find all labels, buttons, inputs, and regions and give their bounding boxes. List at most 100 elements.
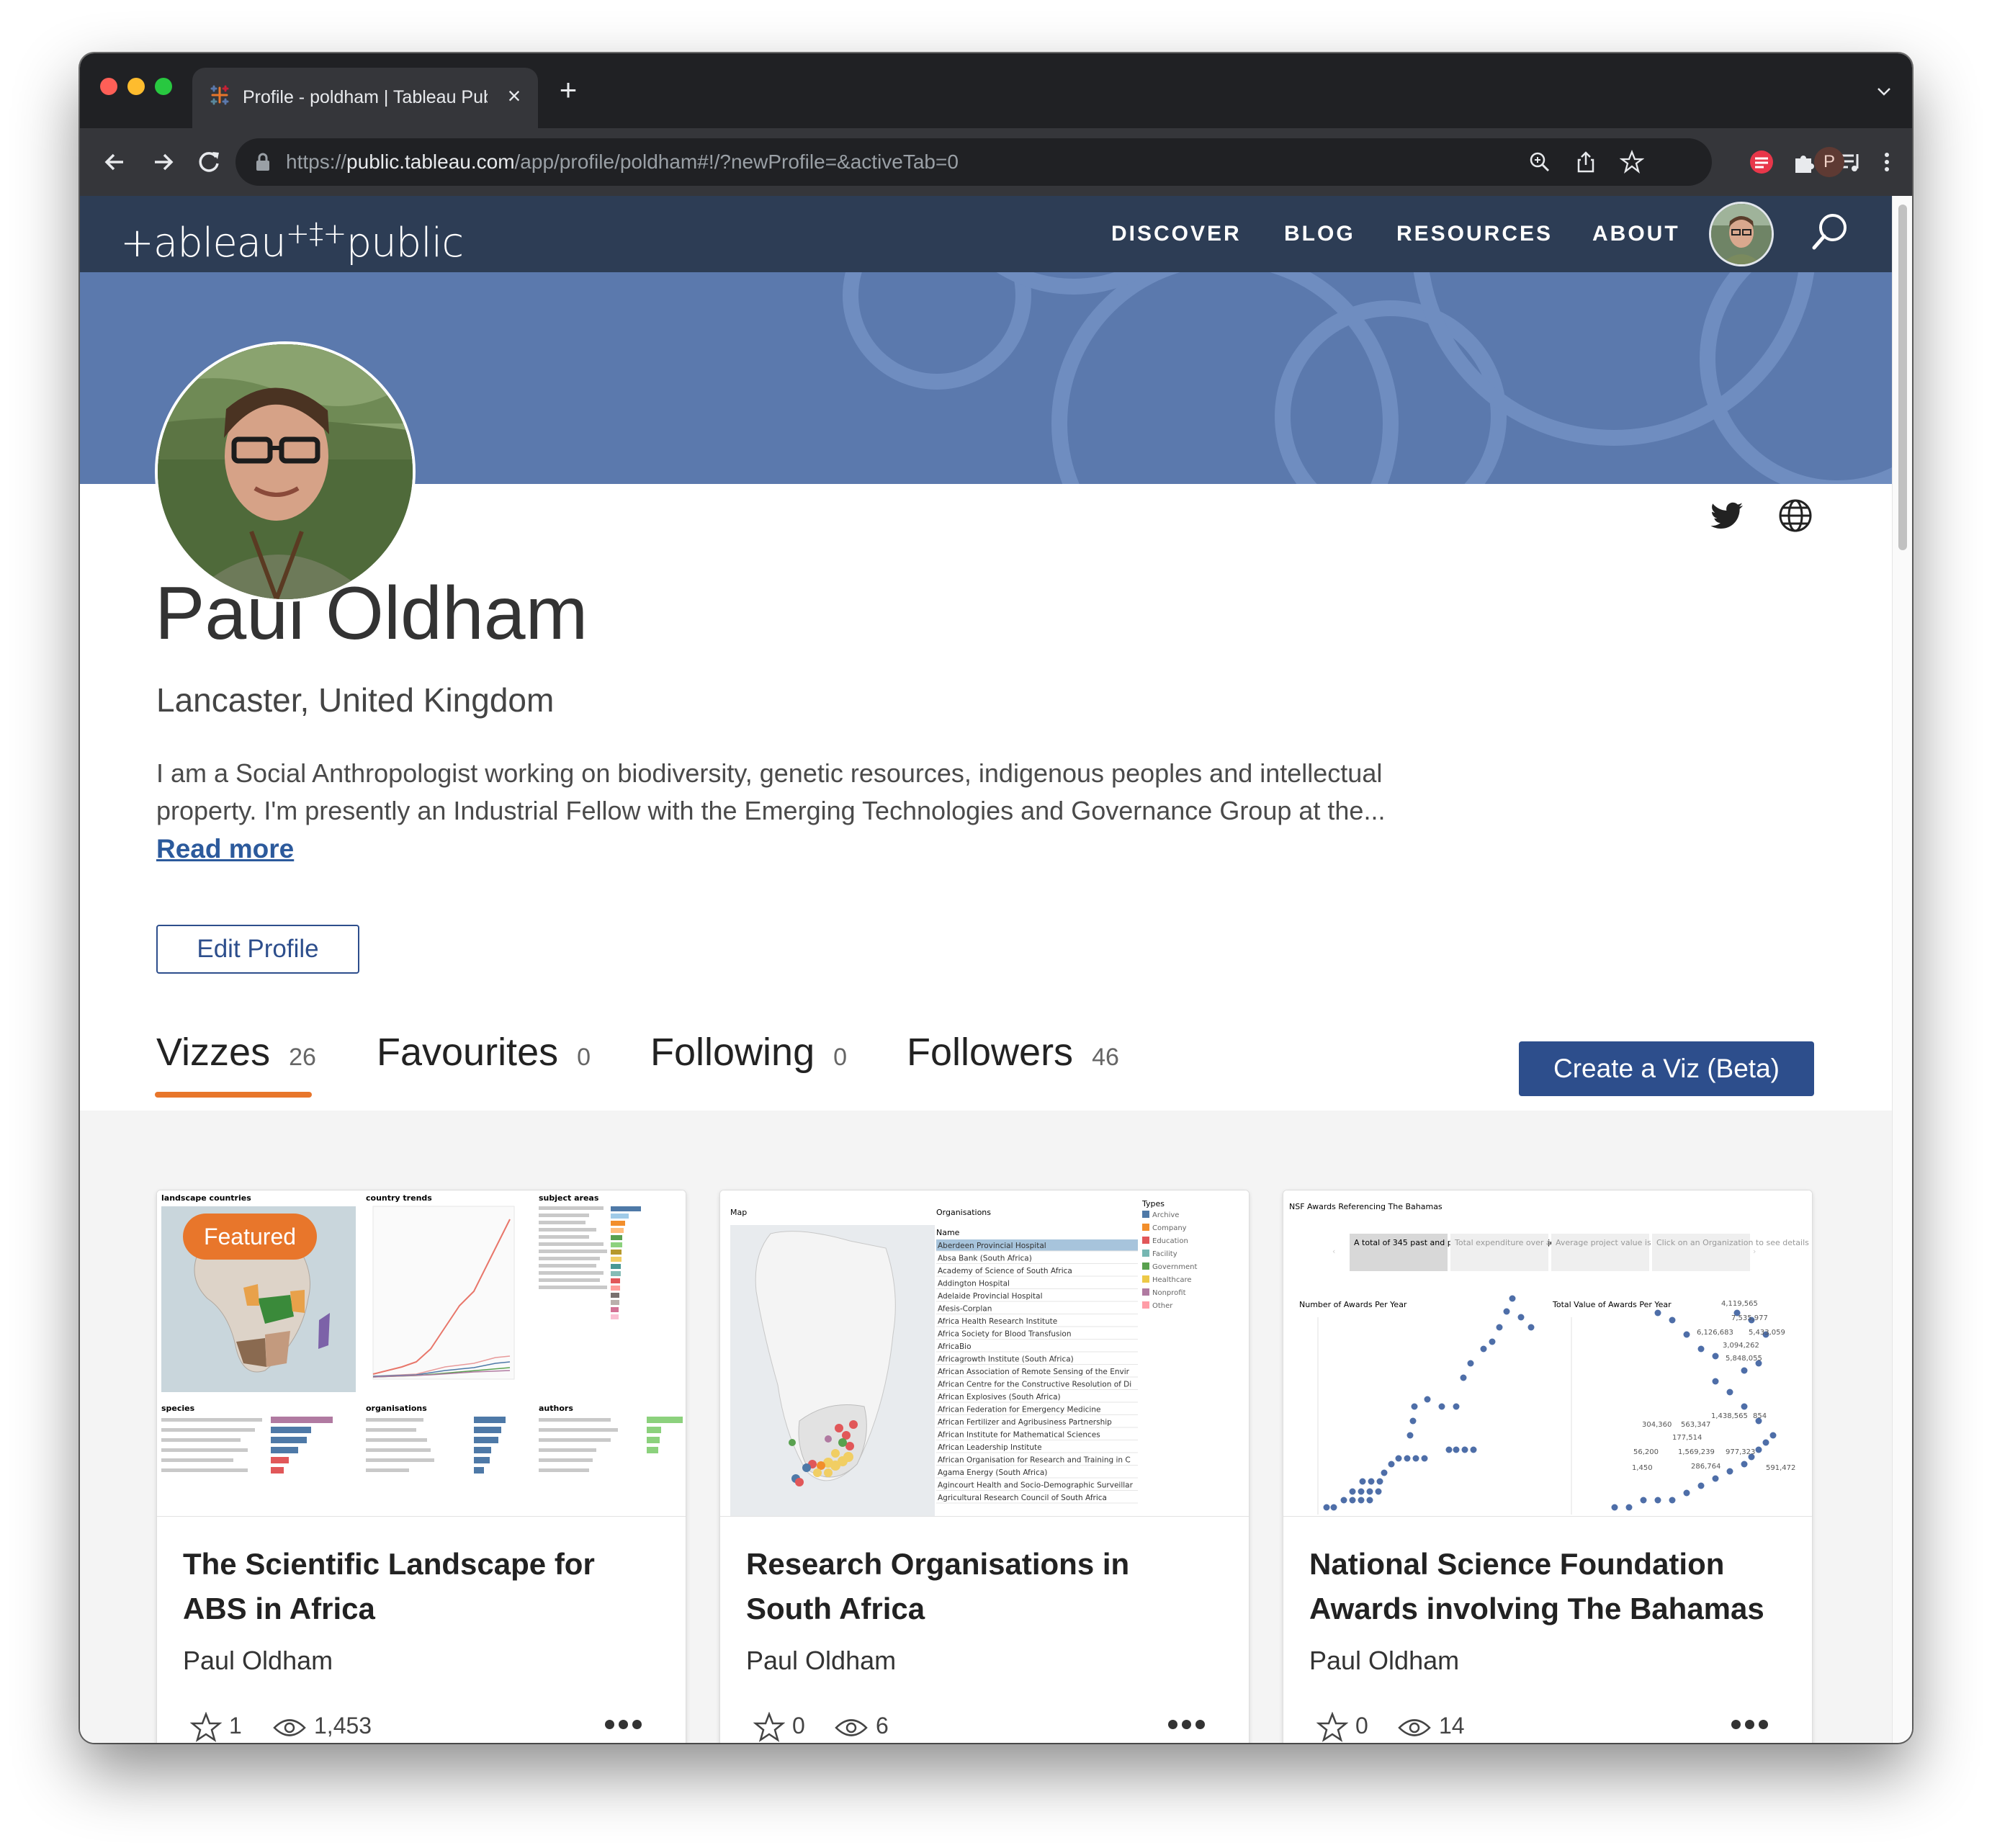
- address-bar[interactable]: https://public.tableau.com/app/profile/p…: [235, 138, 1712, 186]
- forward-arrow-icon[interactable]: [148, 147, 178, 177]
- read-more-link[interactable]: Read more: [156, 831, 294, 867]
- viz-thumbnail[interactable]: landscape countries country trends subje…: [157, 1190, 686, 1517]
- scatter-label: 3,094,262: [1723, 1342, 1759, 1350]
- viz-card[interactable]: NSF Awards Referencing The Bahamas ‹ › A…: [1283, 1190, 1813, 1743]
- tab-vizzes[interactable]: Vizzes 26: [156, 1028, 316, 1080]
- view-value: 14: [1439, 1713, 1465, 1739]
- reload-icon[interactable]: [194, 147, 224, 177]
- more-options-icon[interactable]: [605, 1710, 660, 1739]
- tab-close-icon[interactable]: ×: [503, 84, 525, 107]
- profile-bio: I am a Social Anthropologist working on …: [156, 758, 1386, 825]
- scatter-label: 7,535,977: [1731, 1314, 1768, 1322]
- scatter-dot: [1406, 1432, 1414, 1439]
- legend-label: Nonprofit: [1152, 1289, 1186, 1297]
- viz-thumbnail[interactable]: NSF Awards Referencing The Bahamas ‹ › A…: [1283, 1190, 1812, 1517]
- minimize-window-button[interactable]: [127, 78, 145, 95]
- new-tab-button[interactable]: +: [555, 75, 581, 105]
- org-row: Agincourt Health and Socio-Demographic S…: [938, 1481, 1134, 1490]
- extension-red-icon[interactable]: [1748, 148, 1775, 176]
- star-icon: [1316, 1711, 1349, 1742]
- viz-card[interactable]: Map Organisations Types Name Aberdeen Pr…: [719, 1190, 1250, 1743]
- browser-tab[interactable]: Profile - poldham | Tableau Pub ×: [192, 68, 538, 128]
- logo-left: +ableau: [120, 220, 287, 266]
- tab-strip: Profile - poldham | Tableau Pub × +: [80, 53, 1912, 128]
- share-icon[interactable]: [1574, 150, 1598, 174]
- scatter-label: 304,360: [1642, 1421, 1672, 1429]
- tab-followers[interactable]: Followers 46: [907, 1028, 1119, 1080]
- eye-icon: [835, 1718, 868, 1736]
- viz-author[interactable]: Paul Oldham: [746, 1644, 896, 1677]
- org-row: Aberdeen Provincial Hospital: [938, 1242, 1046, 1250]
- logo-right: public: [346, 220, 464, 266]
- scatter-dot: [1654, 1309, 1661, 1317]
- create-viz-button[interactable]: Create a Viz (Beta): [1519, 1041, 1814, 1096]
- lock-icon[interactable]: [254, 153, 272, 171]
- tab-count: 26: [289, 1044, 316, 1071]
- scatter-dot: [1424, 1396, 1431, 1403]
- org-row: Agricultural Research Council of South A…: [938, 1494, 1107, 1502]
- scatter-dot: [1445, 1446, 1453, 1453]
- viz-thumbnail[interactable]: Map Organisations Types Name Aberdeen Pr…: [720, 1190, 1249, 1517]
- bookmark-star-icon[interactable]: [1620, 150, 1644, 174]
- org-row: Africa Society for Blood Transfusion: [938, 1330, 1072, 1339]
- org-row: Africa Health Research Institute: [938, 1317, 1057, 1326]
- thumb-title: NSF Awards Referencing The Bahamas: [1289, 1202, 1443, 1211]
- research-orgs-thumbnail: Map Organisations Types Name Aberdeen Pr…: [720, 1190, 1249, 1516]
- avatar-photo: [1711, 204, 1772, 264]
- tableau-public-logo[interactable]: +ableau+‡+public: [120, 209, 464, 266]
- scatter-dot: [1368, 1478, 1375, 1485]
- thumb-name-header: Name: [936, 1228, 960, 1237]
- nav-blog[interactable]: BLOG: [1284, 217, 1355, 251]
- favourite-count[interactable]: 0: [753, 1709, 805, 1742]
- chevron-down-icon[interactable]: [1876, 84, 1892, 99]
- favourite-count[interactable]: 1: [189, 1709, 242, 1742]
- search-icon[interactable]: [1808, 210, 1853, 255]
- scatter-label: 177,514: [1672, 1434, 1702, 1442]
- thumb-chart-title: Number of Awards Per Year: [1299, 1300, 1407, 1309]
- org-row: Adelaide Provincial Hospital: [938, 1292, 1043, 1301]
- legend-swatch: [1142, 1237, 1149, 1244]
- browser-profile-avatar[interactable]: P: [1814, 147, 1844, 177]
- scatter-label: 563,347: [1681, 1421, 1710, 1429]
- twitter-icon[interactable]: [1709, 497, 1746, 534]
- nav-resources[interactable]: RESOURCES: [1396, 217, 1553, 251]
- tab-following[interactable]: Following 0: [650, 1028, 847, 1080]
- browser-menu-icon[interactable]: [1873, 148, 1901, 176]
- legend-swatch: [1142, 1250, 1149, 1257]
- scatter-dot: [1366, 1488, 1373, 1495]
- viz-title[interactable]: National Science Foundation Awards invol…: [1309, 1542, 1785, 1631]
- viz-author[interactable]: Paul Oldham: [183, 1644, 333, 1677]
- viz-title[interactable]: Research Organisations in South Africa: [746, 1542, 1221, 1631]
- scatter-label: 4,119,565: [1721, 1300, 1758, 1308]
- close-window-button[interactable]: [100, 78, 117, 95]
- favourite-value: 0: [1355, 1713, 1368, 1739]
- favourite-count[interactable]: 0: [1316, 1709, 1368, 1742]
- nav-discover[interactable]: DISCOVER: [1111, 217, 1242, 251]
- back-arrow-icon[interactable]: [100, 147, 130, 177]
- org-row: Academy of Science of South Africa: [938, 1267, 1072, 1275]
- maximize-window-button[interactable]: [155, 78, 172, 95]
- edit-profile-button[interactable]: Edit Profile: [156, 925, 359, 974]
- scrollbar-thumb[interactable]: [1898, 205, 1907, 550]
- page-scrollbar[interactable]: [1892, 196, 1912, 1743]
- viz-author[interactable]: Paul Oldham: [1309, 1644, 1459, 1677]
- zoom-icon[interactable]: [1527, 150, 1552, 174]
- user-avatar[interactable]: [1709, 202, 1774, 266]
- scatter-dot: [1376, 1478, 1383, 1485]
- scatter-dot: [1412, 1455, 1419, 1462]
- viz-title[interactable]: The Scientific Landscape for ABS in Afri…: [183, 1542, 658, 1631]
- scatter-dot: [1726, 1468, 1733, 1475]
- legend-label: Education: [1152, 1237, 1188, 1245]
- tab-count: 0: [833, 1044, 848, 1071]
- org-row: African Federation for Emergency Medicin…: [938, 1406, 1100, 1414]
- viz-card[interactable]: landscape countries country trends subje…: [156, 1190, 686, 1743]
- scatter-dot: [1762, 1439, 1769, 1446]
- nav-about[interactable]: ABOUT: [1592, 217, 1680, 251]
- globe-icon[interactable]: [1777, 497, 1814, 534]
- org-row: Absa Bank (South Africa): [938, 1255, 1032, 1263]
- scatter-dot: [1460, 1374, 1467, 1381]
- more-options-icon[interactable]: [1731, 1710, 1786, 1739]
- more-options-icon[interactable]: [1168, 1710, 1223, 1739]
- tab-favourites[interactable]: Favourites 0: [377, 1028, 591, 1080]
- featured-badge: Featured: [183, 1214, 317, 1260]
